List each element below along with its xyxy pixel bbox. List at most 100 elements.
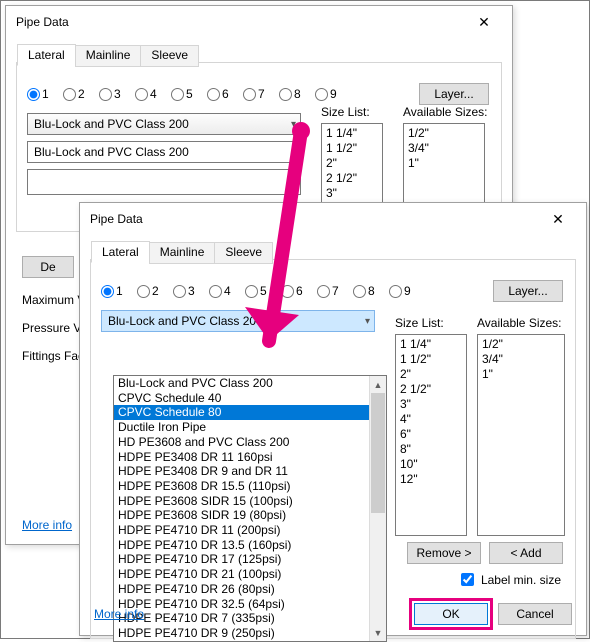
radio-8[interactable]: 8 [353, 284, 387, 298]
pipe-type-combo[interactable]: Blu-Lock and PVC Class 200 ▾ [101, 310, 375, 332]
ok-button[interactable]: OK [414, 603, 488, 625]
titlebar: Pipe Data ✕ [6, 6, 512, 38]
radio-1[interactable]: 1 [101, 284, 135, 298]
dropdown-item[interactable]: HD PE3608 and PVC Class 200 [114, 435, 386, 450]
tab-mainline[interactable]: Mainline [75, 45, 142, 67]
dropdown-item[interactable]: HDPE PE4710 DR 11 (200psi) [114, 523, 386, 538]
list-item[interactable]: 2 1/2" [400, 382, 466, 397]
dropdown-item[interactable]: CPVC Schedule 40 [114, 391, 386, 406]
tab-sleeve[interactable]: Sleeve [214, 242, 273, 264]
dialog-title: Pipe Data [90, 212, 143, 226]
label-pressure-va: Pressure Va [22, 314, 87, 342]
dropdown-item[interactable]: HDPE PE4710 DR 17 (125psi) [114, 552, 386, 567]
radio-9[interactable]: 9 [315, 87, 349, 101]
radio-6[interactable]: 6 [281, 284, 315, 298]
radio-9[interactable]: 9 [389, 284, 423, 298]
list-item[interactable]: 2" [400, 367, 466, 382]
radio-1[interactable]: 1 [27, 87, 61, 101]
dropdown-item[interactable]: HDPE PE3608 SIDR 19 (80psi) [114, 508, 386, 523]
list-item[interactable]: 1 1/2" [400, 352, 466, 367]
radio-2[interactable]: 2 [137, 284, 171, 298]
available-sizes-label: Available Sizes: [403, 105, 489, 119]
list-item[interactable]: 3/4" [408, 141, 484, 156]
list-item[interactable]: 1 1/4" [400, 337, 466, 352]
chevron-down-icon: ▾ [365, 316, 370, 327]
dropdown-item[interactable]: HDPE PE3608 SIDR 15 (100psi) [114, 494, 386, 509]
pipe-data-dialog-front: Pipe Data ✕ Lateral Mainline Sleeve 1 2 … [79, 202, 587, 636]
label-fittings-fac: Fittings Fac [22, 342, 87, 370]
dropdown-item[interactable]: CPVC Schedule 80 [114, 405, 386, 420]
add-button[interactable]: < Add [489, 542, 563, 564]
radio-8[interactable]: 8 [279, 87, 313, 101]
radio-3[interactable]: 3 [173, 284, 207, 298]
list-item[interactable]: 1/2" [482, 337, 564, 352]
scroll-up-icon[interactable]: ▲ [370, 376, 386, 393]
list-item[interactable]: 3" [400, 397, 466, 412]
titlebar: Pipe Data ✕ [80, 203, 586, 235]
radio-6[interactable]: 6 [207, 87, 241, 101]
size-list[interactable]: 1 1/4"1 1/2"2"2 1/2"3"4"6"8"10"12" [395, 334, 467, 536]
list-item[interactable]: 1" [408, 156, 484, 171]
radio-5[interactable]: 5 [171, 87, 205, 101]
tab-lateral[interactable]: Lateral [17, 44, 76, 66]
dropdown-item[interactable]: HDPE PE3408 DR 11 160psi [114, 450, 386, 465]
radio-2[interactable]: 2 [63, 87, 97, 101]
size-list[interactable]: 1 1/4"1 1/2"2"2 1/2"3" [321, 123, 383, 203]
radio-4[interactable]: 4 [209, 284, 243, 298]
list-item[interactable]: 6" [400, 427, 466, 442]
list-item[interactable]: 12" [400, 472, 466, 487]
radio-4[interactable]: 4 [135, 87, 169, 101]
dropdown-item[interactable]: Ductile Iron Pipe [114, 420, 386, 435]
list-item[interactable]: 1" [482, 367, 564, 382]
radio-3[interactable]: 3 [99, 87, 133, 101]
pipe-type-combo[interactable]: Blu-Lock and PVC Class 200 ▾ [27, 113, 301, 135]
chevron-down-icon: ▾ [291, 119, 296, 130]
dropdown-item[interactable]: HDPE PE4710 DR 13.5 (160psi) [114, 538, 386, 553]
list-item[interactable]: 10" [400, 457, 466, 472]
available-sizes-label: Available Sizes: [477, 316, 563, 330]
partial-button[interactable]: De [22, 256, 74, 278]
tab-sleeve[interactable]: Sleeve [140, 45, 199, 67]
dialog-title: Pipe Data [16, 15, 69, 29]
label-max-v: Maximum V [22, 286, 87, 314]
size-list-label: Size List: [321, 105, 391, 119]
pipe-name-input[interactable]: Blu-Lock and PVC Class 200 [27, 141, 301, 163]
combo-value: Blu-Lock and PVC Class 200 [108, 314, 263, 328]
list-item[interactable]: 4" [400, 412, 466, 427]
list-item[interactable]: 1 1/4" [326, 126, 382, 141]
pipe-desc-input[interactable] [27, 169, 301, 195]
close-icon[interactable]: ✕ [538, 207, 578, 231]
combo-value: Blu-Lock and PVC Class 200 [34, 117, 189, 131]
scroll-thumb[interactable] [371, 393, 385, 513]
tab-mainline[interactable]: Mainline [149, 242, 216, 264]
list-item[interactable]: 3" [326, 186, 382, 201]
cancel-button[interactable]: Cancel [498, 603, 572, 625]
radio-7[interactable]: 7 [317, 284, 351, 298]
list-item[interactable]: 1/2" [408, 126, 484, 141]
list-item[interactable]: 2" [326, 156, 382, 171]
list-item[interactable]: 2 1/2" [326, 171, 382, 186]
list-item[interactable]: 3/4" [482, 352, 564, 367]
dropdown-item[interactable]: HDPE PE3408 DR 9 and DR 11 [114, 464, 386, 479]
tab-strip: Lateral Mainline Sleeve [17, 43, 198, 65]
size-list-label: Size List: [395, 316, 465, 330]
radio-5[interactable]: 5 [245, 284, 279, 298]
available-sizes-list[interactable]: 1/2"3/4"1" [403, 123, 485, 203]
available-sizes-list[interactable]: 1/2"3/4"1" [477, 334, 565, 536]
ok-button-highlight: OK [414, 603, 488, 625]
tab-lateral[interactable]: Lateral [91, 241, 150, 263]
remove-button[interactable]: Remove > [407, 542, 481, 564]
close-icon[interactable]: ✕ [464, 10, 504, 34]
dropdown-item[interactable]: HDPE PE4710 DR 21 (100psi) [114, 567, 386, 582]
dropdown-item[interactable]: Blu-Lock and PVC Class 200 [114, 376, 386, 391]
label-min-size-checkbox[interactable]: Label min. size [457, 570, 561, 589]
more-info-link[interactable]: More info [94, 607, 144, 621]
layer-button[interactable]: Layer... [493, 280, 563, 302]
list-item[interactable]: 1 1/2" [326, 141, 382, 156]
radio-7[interactable]: 7 [243, 87, 277, 101]
list-item[interactable]: 8" [400, 442, 466, 457]
back-field-labels: Maximum V Pressure Va Fittings Fac [22, 286, 87, 370]
dropdown-item[interactable]: HDPE PE3608 DR 15.5 (110psi) [114, 479, 386, 494]
more-info-link[interactable]: More info [22, 518, 72, 532]
layer-button[interactable]: Layer... [419, 83, 489, 105]
